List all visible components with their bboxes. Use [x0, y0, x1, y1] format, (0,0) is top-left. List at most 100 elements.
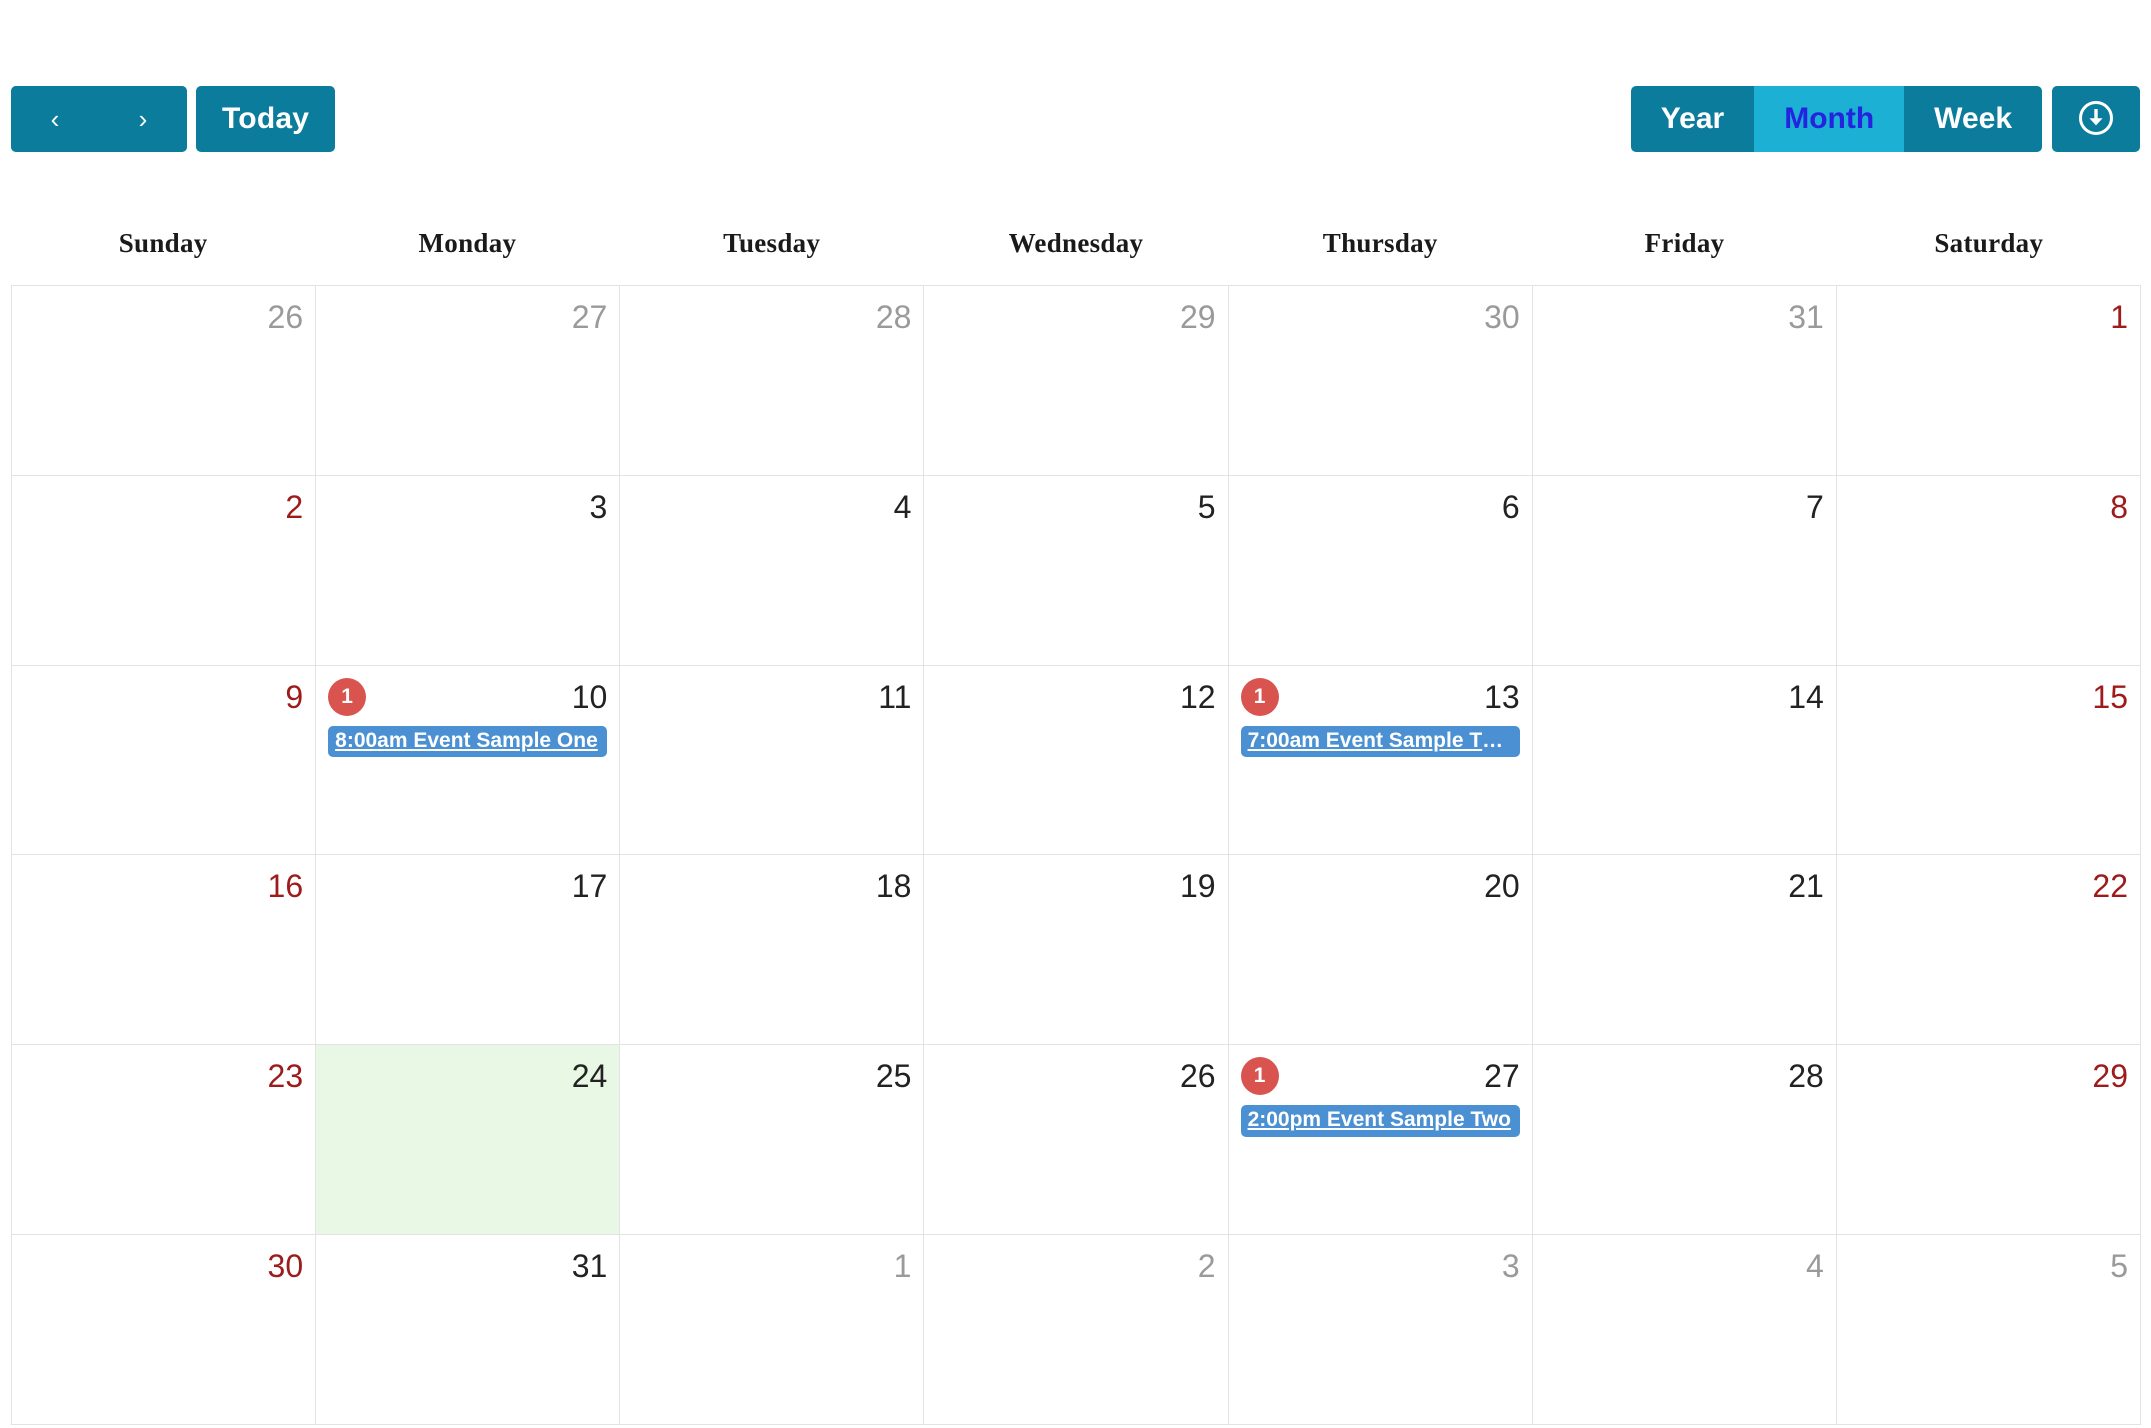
calendar-day-cell[interactable]: 18 — [620, 855, 925, 1046]
calendar-day-cell[interactable]: 1 10 8:00am Event Sample One — [316, 665, 621, 856]
calendar-week-row: 26 27 28 29 30 31 1 — [12, 286, 2141, 476]
day-number: 25 — [875, 1058, 912, 1095]
day-number: 6 — [1501, 488, 1520, 525]
day-cell-header: 31 — [328, 1245, 608, 1287]
calendar-day-cell[interactable]: 31 — [316, 1235, 621, 1425]
calendar-day-cell[interactable]: 11 — [620, 665, 925, 856]
calendar-event[interactable]: 8:00am Event Sample One — [328, 725, 608, 758]
calendar-day-cell[interactable]: 22 — [1836, 855, 2141, 1046]
day-number: 10 — [571, 678, 608, 715]
calendar-day-cell[interactable]: 15 — [1836, 665, 2141, 856]
day-cell-header: 25 — [632, 1055, 912, 1097]
day-cell-header: 15 — [1849, 676, 2128, 718]
prev-period-button[interactable]: ‹ — [11, 86, 99, 152]
day-number: 31 — [571, 1248, 608, 1285]
calendar-day-cell[interactable]: 20 — [1228, 855, 1533, 1046]
day-cell-header: 31 — [1545, 296, 1824, 338]
day-cell-header: 30 — [24, 1245, 304, 1287]
calendar-day-cell[interactable]: 1 — [620, 1235, 925, 1425]
calendar-day-cell[interactable]: 27 — [316, 286, 621, 476]
calendar-day-cell[interactable]: 26 — [12, 286, 317, 476]
day-cell-header: 22 — [1849, 865, 2128, 907]
next-period-button[interactable]: › — [99, 86, 187, 152]
calendar-day-cell[interactable]: 1 13 7:00am Event Sample Three — [1228, 665, 1533, 856]
view-tab-month[interactable]: Month — [1754, 86, 1905, 152]
calendar-day-cell[interactable]: 23 — [12, 1045, 317, 1236]
calendar-day-cell[interactable]: 4 — [1532, 1235, 1837, 1425]
view-tab-week[interactable]: Week — [1904, 86, 2042, 152]
day-number: 5 — [2110, 1248, 2128, 1285]
download-circle-icon — [2076, 98, 2116, 141]
calendar-day-cell[interactable]: 28 — [1532, 1045, 1837, 1236]
calendar-day-cell[interactable]: 31 — [1532, 286, 1837, 476]
calendar-day-cell[interactable]: 14 — [1532, 665, 1837, 856]
calendar-day-cell[interactable]: 30 — [1228, 286, 1533, 476]
calendar-day-cell[interactable]: 19 — [924, 855, 1229, 1046]
calendar-day-cell[interactable]: 17 — [316, 855, 621, 1046]
calendar-day-cell[interactable]: 7 — [1532, 475, 1837, 666]
calendar-day-cell[interactable]: 1 27 2:00pm Event Sample Two — [1228, 1045, 1533, 1236]
day-cell-header: 17 — [328, 865, 608, 907]
toolbar-right-group: Year Month Week — [1630, 86, 2140, 152]
day-cell-header: 3 — [328, 486, 607, 528]
day-event-list: 7:00am Event Sample Three — [1240, 725, 1520, 758]
calendar-day-cell[interactable]: 9 — [12, 665, 317, 856]
day-number: 28 — [875, 299, 912, 335]
calendar-day-cell[interactable]: 3 — [316, 475, 621, 666]
calendar-day-cell[interactable]: 29 — [1836, 1045, 2141, 1236]
calendar-day-cell[interactable]: 8 — [1836, 475, 2141, 666]
calendar-day-cell[interactable]: 2 — [12, 475, 317, 666]
calendar-day-cell[interactable]: 5 — [1836, 1235, 2141, 1425]
weekday-header-sunday: Sunday — [118, 228, 208, 258]
calendar-day-cell[interactable]: 21 — [1532, 855, 1837, 1046]
calendar-day-cell[interactable]: 29 — [924, 286, 1229, 476]
view-switcher: Year Month Week — [1630, 86, 2042, 152]
day-cell-header: 1 — [1849, 296, 2128, 338]
weekday-header-thursday: Thursday — [1322, 228, 1438, 258]
day-number: 24 — [571, 1058, 608, 1095]
calendar-day-cell[interactable]: 25 — [620, 1045, 925, 1236]
calendar-day-cell[interactable]: 4 — [620, 475, 925, 666]
calendar-day-cell[interactable]: 3 — [1228, 1235, 1533, 1425]
weekday-header-monday: Monday — [418, 228, 517, 258]
day-cell-header: 26 — [936, 1055, 1216, 1097]
calendar-day-cell[interactable]: 16 — [12, 855, 317, 1046]
day-cell-header: 8 — [1849, 486, 2128, 528]
day-number: 2 — [285, 488, 304, 525]
day-number: 27 — [571, 299, 608, 335]
day-number: 27 — [1484, 1058, 1520, 1095]
day-cell-header: 20 — [1241, 865, 1520, 907]
calendar-event[interactable]: 2:00pm Event Sample Two — [1240, 1105, 1520, 1137]
calendar-day-cell[interactable]: 24 — [316, 1045, 621, 1236]
day-cell-header: 23 — [24, 1055, 304, 1097]
view-tab-year[interactable]: Year — [1630, 86, 1755, 152]
calendar-day-cell[interactable]: 5 — [924, 475, 1229, 666]
day-cell-header: 1 27 — [1240, 1055, 1520, 1097]
calendar-day-cell[interactable]: 30 — [12, 1235, 317, 1425]
event-count-badge[interactable]: 1 — [328, 677, 367, 716]
calendar-day-cell[interactable]: 26 — [924, 1045, 1229, 1236]
weekday-header-saturday: Saturday — [1934, 228, 2044, 258]
day-number: 5 — [1197, 488, 1216, 525]
day-cell-header: 1 10 — [328, 676, 607, 718]
calendar-day-cell[interactable]: 12 — [924, 665, 1229, 856]
calendar-day-cell[interactable]: 6 — [1228, 475, 1533, 666]
day-cell-header: 7 — [1545, 486, 1824, 528]
today-button[interactable]: Today — [196, 86, 336, 152]
download-button[interactable] — [2052, 86, 2140, 152]
calendar-day-cell[interactable]: 1 — [1836, 286, 2141, 476]
event-count-badge[interactable]: 1 — [1240, 677, 1279, 716]
nav-button-group: ‹ › — [11, 86, 187, 152]
day-number: 22 — [2092, 868, 2128, 905]
day-number: 29 — [1179, 299, 1216, 335]
calendar-event[interactable]: 7:00am Event Sample Three — [1240, 725, 1520, 758]
day-number: 4 — [893, 488, 912, 525]
day-cell-header: 30 — [1241, 296, 1520, 338]
day-cell-header: 28 — [632, 296, 912, 338]
day-number: 2 — [1197, 1248, 1216, 1285]
event-count-badge[interactable]: 1 — [1240, 1057, 1279, 1096]
calendar-day-cell[interactable]: 28 — [620, 286, 925, 476]
day-cell-header: 4 — [1545, 1245, 1824, 1287]
calendar-day-cell[interactable]: 2 — [924, 1235, 1229, 1425]
day-cell-header: 29 — [1849, 1055, 2128, 1097]
